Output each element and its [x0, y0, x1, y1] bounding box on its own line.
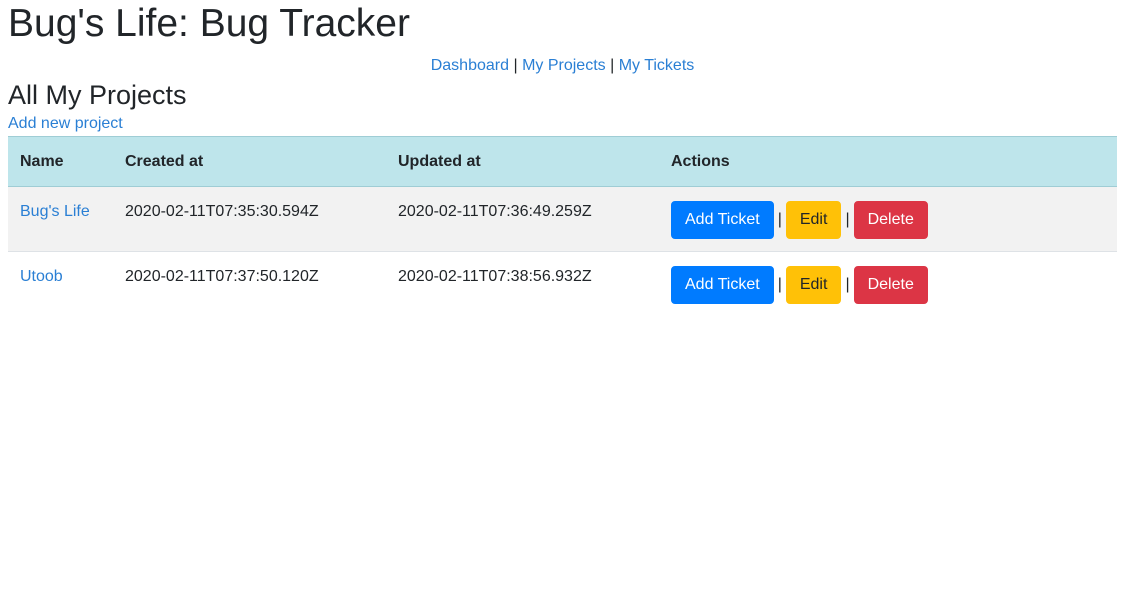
edit-button[interactable]: Edit [785, 266, 842, 304]
column-header-actions: Actions [659, 136, 1117, 187]
top-nav: Dashboard | My Projects | My Tickets [8, 56, 1117, 76]
nav-separator: | [513, 57, 518, 74]
table-header-row: Name Created at Updated at Actions [8, 136, 1117, 187]
page-heading: All My Projects [8, 80, 187, 110]
nav-dashboard-link[interactable]: Dashboard [431, 57, 509, 74]
updated-at-cell: 2020-02-11T07:36:49.259Z [386, 186, 659, 252]
table-row: Utoob 2020-02-11T07:37:50.120Z 2020-02-1… [8, 251, 1117, 316]
table-row: Bug's Life 2020-02-11T07:35:30.594Z 2020… [8, 186, 1117, 252]
app-title: Bug's Life: Bug Tracker [8, 2, 410, 45]
project-link[interactable]: Bug's Life [20, 203, 90, 221]
delete-button[interactable]: Delete [853, 266, 928, 304]
updated-at-cell: 2020-02-11T07:38:56.932Z [386, 251, 659, 316]
actions-cell: Add Ticket | Edit | Delete [659, 251, 1117, 316]
column-header-updated-at: Updated at [386, 136, 659, 187]
action-separator: | [777, 276, 782, 293]
created-at-value: 2020-02-11T07:35:30.594Z [125, 203, 319, 220]
column-header-created-at: Created at [113, 136, 386, 187]
edit-button[interactable]: Edit [785, 201, 842, 239]
project-link[interactable]: Utoob [20, 268, 63, 286]
add-ticket-button[interactable]: Add Ticket [671, 266, 774, 304]
updated-at-value: 2020-02-11T07:36:49.259Z [398, 203, 592, 220]
page: Bug's Life: Bug Tracker Dashboard | My P… [0, 0, 1137, 613]
add-ticket-button[interactable]: Add Ticket [671, 201, 774, 239]
add-new-project-link[interactable]: Add new project [8, 114, 123, 134]
project-name-cell: Bug's Life [8, 186, 113, 252]
delete-button[interactable]: Delete [853, 201, 928, 239]
project-name-cell: Utoob [8, 251, 113, 316]
nav-my-projects-link[interactable]: My Projects [522, 57, 606, 74]
column-header-name: Name [8, 136, 113, 187]
actions-cell: Add Ticket | Edit | Delete [659, 186, 1117, 252]
action-separator: | [777, 211, 782, 228]
nav-separator: | [610, 57, 615, 74]
updated-at-value: 2020-02-11T07:38:56.932Z [398, 268, 592, 285]
created-at-value: 2020-02-11T07:37:50.120Z [125, 268, 319, 285]
action-separator: | [845, 276, 850, 293]
projects-table: Name Created at Updated at Actions Bug's… [8, 136, 1117, 316]
nav-my-tickets-link[interactable]: My Tickets [619, 57, 695, 74]
created-at-cell: 2020-02-11T07:35:30.594Z [113, 186, 386, 252]
action-separator: | [845, 211, 850, 228]
created-at-cell: 2020-02-11T07:37:50.120Z [113, 251, 386, 316]
